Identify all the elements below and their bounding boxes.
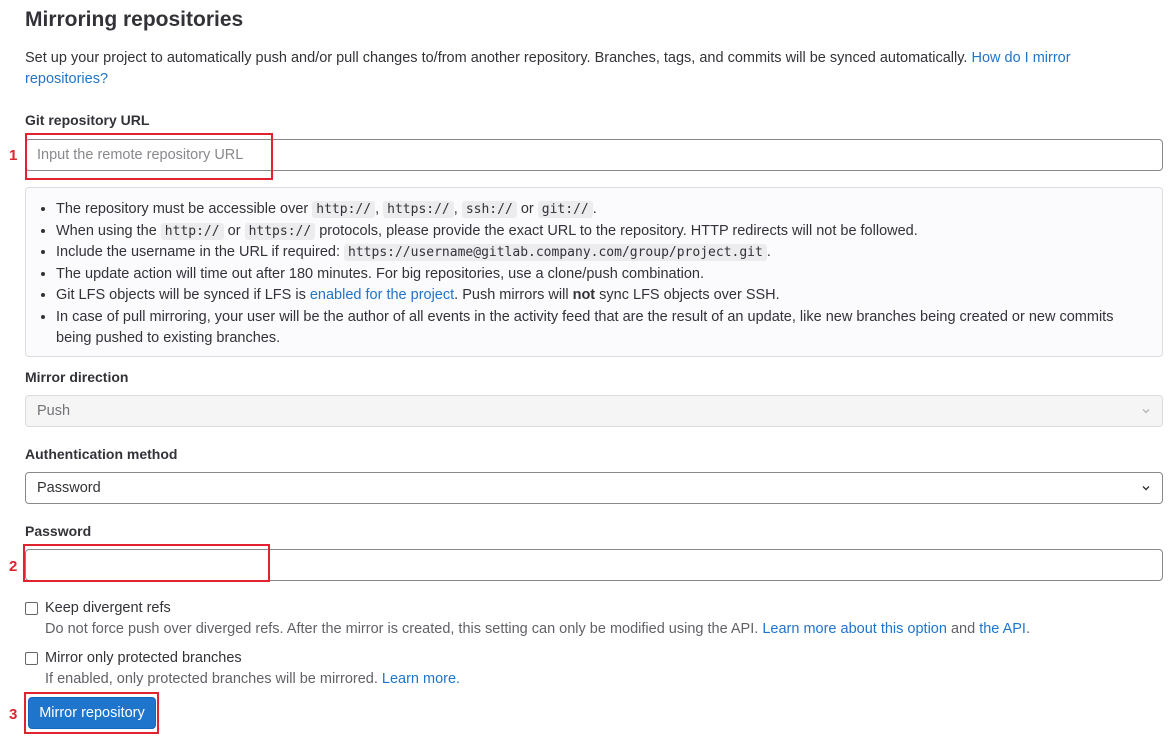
- code-https: https://: [244, 222, 316, 240]
- annotation-box-3: [24, 692, 159, 734]
- keep-divergent-refs-help: Do not force push over diverged refs. Af…: [45, 621, 1030, 637]
- requirement-text: Include the username in the URL if requi…: [56, 244, 340, 260]
- code-https: https://: [383, 201, 454, 218]
- intro-paragraph: Set up your project to automatically pus…: [25, 48, 1135, 90]
- protected-branches-checkbox[interactable]: [25, 651, 38, 665]
- the-api-link[interactable]: the API: [979, 621, 1026, 637]
- annotation-box-2: [23, 544, 270, 582]
- code-git: git://: [537, 201, 593, 218]
- password-label: Password: [25, 523, 92, 539]
- code-http: http://: [312, 201, 376, 218]
- requirement-text: Git LFS objects will be synced if LFS is: [56, 287, 306, 303]
- chevron-down-icon: [1142, 409, 1150, 414]
- period: .: [1025, 621, 1030, 637]
- auth-method-select[interactable]: Password: [25, 472, 1163, 504]
- or-text: or: [227, 222, 241, 239]
- mirror-direction-label: Mirror direction: [25, 369, 129, 385]
- list-item: Include the username in the URL if requi…: [56, 242, 1136, 264]
- list-item: When using the http:// or https:// proto…: [56, 221, 1136, 243]
- protected-branches-option[interactable]: Mirror only protected branches: [25, 650, 242, 666]
- list-item: In case of pull mirroring, your user wil…: [56, 307, 1136, 350]
- help-text: If enabled, only protected branches will…: [45, 671, 378, 687]
- list-item: The update action will time out after 18…: [56, 264, 1136, 286]
- keep-divergent-refs-checkbox[interactable]: [25, 601, 38, 615]
- annotation-box-1: [25, 133, 273, 180]
- code-http: http://: [160, 222, 224, 240]
- intro-text: Set up your project to automatically pus…: [25, 50, 968, 66]
- requirement-text: protocols, please provide the exact URL …: [319, 222, 918, 239]
- mirror-direction-value: Push: [37, 403, 71, 419]
- period: .: [592, 201, 597, 217]
- requirement-text: . Push mirrors will: [454, 287, 569, 303]
- separator: ,: [375, 201, 380, 217]
- auth-method-label: Authentication method: [25, 446, 178, 462]
- keep-divergent-refs-option[interactable]: Keep divergent refs: [25, 600, 171, 616]
- list-item: The repository must be accessible over h…: [56, 199, 1136, 221]
- emphasis-not: not: [572, 287, 596, 303]
- repository-requirements-box: The repository must be accessible over h…: [25, 187, 1163, 357]
- annotation-marker-1: 1: [9, 147, 18, 164]
- annotation-marker-2: 2: [9, 558, 18, 575]
- code-example-url: https://username@gitlab.company.com/grou…: [344, 244, 767, 261]
- protected-branches-help: If enabled, only protected branches will…: [45, 671, 460, 687]
- protected-branches-label: Mirror only protected branches: [45, 650, 242, 666]
- chevron-down-icon: [1142, 486, 1150, 491]
- help-text: Do not force push over diverged refs. Af…: [45, 621, 759, 637]
- keep-divergent-refs-label: Keep divergent refs: [45, 600, 171, 616]
- page-title: Mirroring repositories: [25, 8, 244, 31]
- period: .: [766, 244, 771, 260]
- help-text: and: [950, 621, 976, 637]
- mirror-direction-select[interactable]: Push: [25, 395, 1163, 427]
- git-url-label: Git repository URL: [25, 112, 150, 128]
- code-ssh: ssh://: [461, 201, 517, 218]
- separator: ,: [453, 201, 458, 217]
- requirement-text: The repository must be accessible over: [56, 201, 309, 217]
- requirements-list: The repository must be accessible over h…: [26, 199, 1136, 350]
- or-text: or: [520, 201, 534, 217]
- requirement-text: When using the: [56, 222, 157, 239]
- requirement-text: sync LFS objects over SSH.: [599, 287, 780, 303]
- lfs-enabled-link[interactable]: enabled for the project: [310, 287, 454, 303]
- list-item: Git LFS objects will be synced if LFS is…: [56, 285, 1136, 307]
- annotation-marker-3: 3: [9, 706, 18, 723]
- learn-more-link[interactable]: Learn more.: [382, 671, 460, 687]
- learn-more-option-link[interactable]: Learn more about this option: [762, 621, 947, 637]
- auth-method-value: Password: [37, 480, 101, 496]
